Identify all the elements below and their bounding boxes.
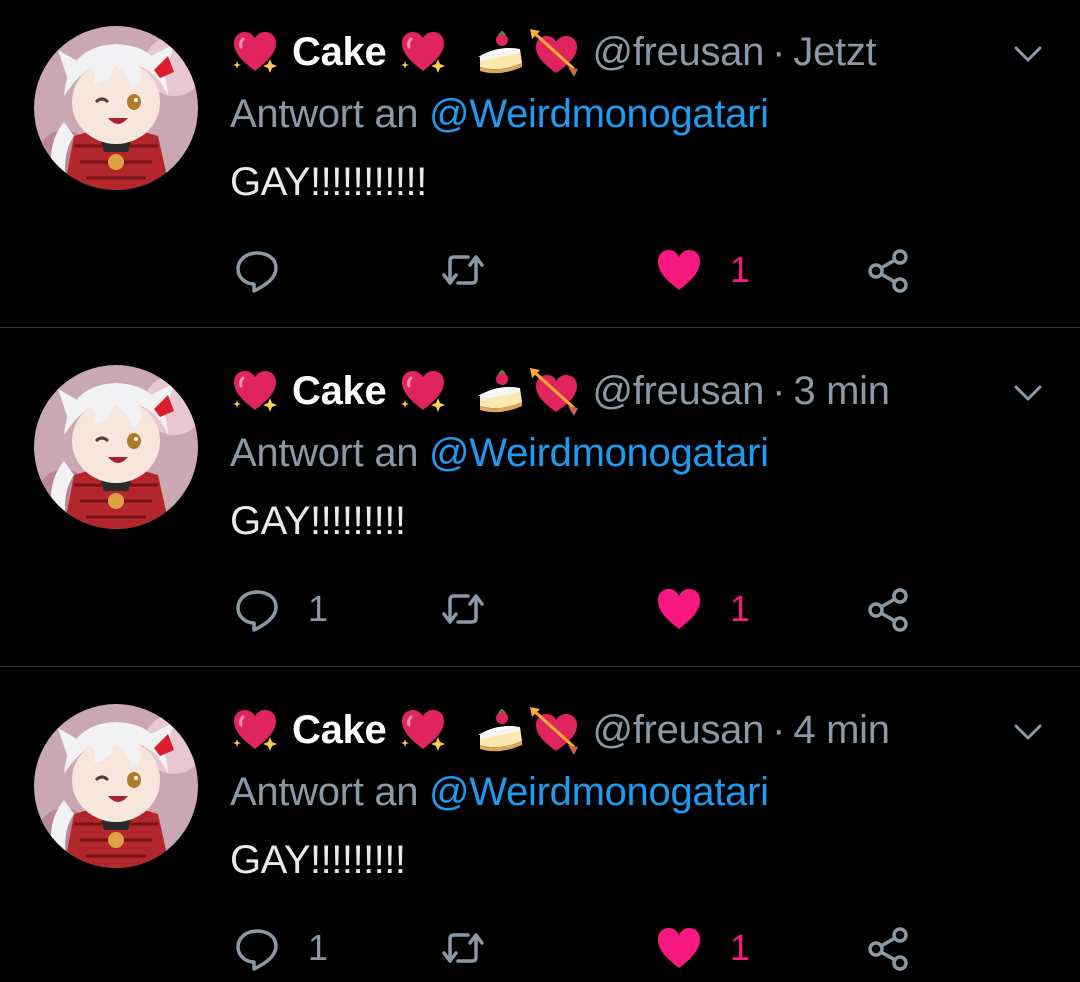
reply-context: Antwort an @Weirdmonogatari [230,92,769,137]
retweet-icon [442,594,484,624]
reply-icon [236,251,278,293]
user-handle[interactable]: @freusan [592,30,764,75]
retweet-button[interactable] [438,579,514,639]
share-button[interactable] [864,240,914,300]
tweet-actions: 1 1 [0,918,1080,978]
divider [0,327,1080,328]
sparkling-heart-icon [398,27,448,77]
tweet-header: Cake @freusan · 4 min [230,700,890,760]
reply-context: Antwort an @Weirdmonogatari [230,770,769,815]
reply-prefix: Antwort an [230,431,419,475]
retweet-button[interactable] [438,918,514,978]
share-icon [868,249,908,293]
sparkling-heart-icon [230,366,280,416]
sparkling-heart-icon [230,27,280,77]
chevron-down-icon[interactable] [1010,36,1046,72]
divider [0,666,1080,667]
heart-with-arrow-icon [528,705,580,755]
shortcake-icon [472,366,528,416]
tweet[interactable]: Cake @freusan · 3 min Antwort an @Weirdm… [0,339,1080,677]
reply-context: Antwort an @Weirdmonogatari [230,431,769,476]
tweet-text: GAY!!!!!!!!!!! [230,160,427,204]
chevron-down-icon[interactable] [1010,375,1046,411]
like-button[interactable]: 1 [654,240,750,300]
shortcake-icon [472,27,528,77]
separator-dot: · [772,707,786,752]
heart-icon [658,928,700,968]
timestamp[interactable]: 4 min [793,708,890,753]
timestamp[interactable]: 3 min [793,369,890,414]
tweet-actions: 1 [0,240,1080,300]
like-count: 1 [730,249,751,290]
retweet-icon [442,933,484,963]
reply-icon [236,590,278,632]
sparkling-heart-icon [398,366,448,416]
avatar[interactable] [34,26,198,190]
user-handle[interactable]: @freusan [592,708,764,753]
shortcake-icon [472,705,528,755]
tweet-text: GAY!!!!!!!!! [230,499,406,543]
reply-prefix: Antwort an [230,770,419,814]
avatar[interactable] [34,365,198,529]
share-button[interactable] [864,918,914,978]
display-name[interactable]: Cake [292,708,387,753]
display-name[interactable]: Cake [292,369,387,414]
separator-dot: · [772,29,786,74]
reply-count: 1 [308,927,329,968]
like-count: 1 [730,927,751,968]
tweet-actions: 1 1 [0,579,1080,639]
reply-button[interactable]: 1 [232,918,328,978]
user-handle[interactable]: @freusan [592,369,764,414]
heart-with-arrow-icon [528,27,580,77]
retweet-icon [442,255,484,285]
display-name[interactable]: Cake [292,30,387,75]
reply-button[interactable]: 1 [232,579,328,639]
like-button[interactable]: 1 [654,918,750,978]
reply-icon [236,929,278,971]
reply-mention-link[interactable]: @Weirdmonogatari [429,92,769,136]
tweet-header: Cake @freusan · 3 min [230,361,890,421]
reply-mention-link[interactable]: @Weirdmonogatari [429,431,769,475]
sparkling-heart-icon [398,705,448,755]
share-icon [868,588,908,632]
tweet[interactable]: Cake @freusan · Jetzt Antwort an @Weirdm… [0,0,1080,338]
tweet-header: Cake @freusan · Jetzt [230,22,877,82]
like-count: 1 [730,588,751,629]
retweet-button[interactable] [438,240,514,300]
heart-icon [658,589,700,629]
reply-mention-link[interactable]: @Weirdmonogatari [429,770,769,814]
avatar[interactable] [34,704,198,868]
sparkling-heart-icon [230,705,280,755]
like-button[interactable]: 1 [654,579,750,639]
separator-dot: · [772,368,786,413]
heart-with-arrow-icon [528,366,580,416]
share-icon [868,927,908,971]
tweet-text: GAY!!!!!!!!! [230,838,406,882]
reply-button[interactable] [232,240,308,300]
timestamp[interactable]: Jetzt [793,30,876,75]
reply-prefix: Antwort an [230,92,419,136]
reply-count: 1 [308,588,329,629]
share-button[interactable] [864,579,914,639]
heart-icon [658,250,700,290]
chevron-down-icon[interactable] [1010,714,1046,750]
tweet[interactable]: Cake @freusan · 4 min Antwort an @Weirdm… [0,678,1080,982]
